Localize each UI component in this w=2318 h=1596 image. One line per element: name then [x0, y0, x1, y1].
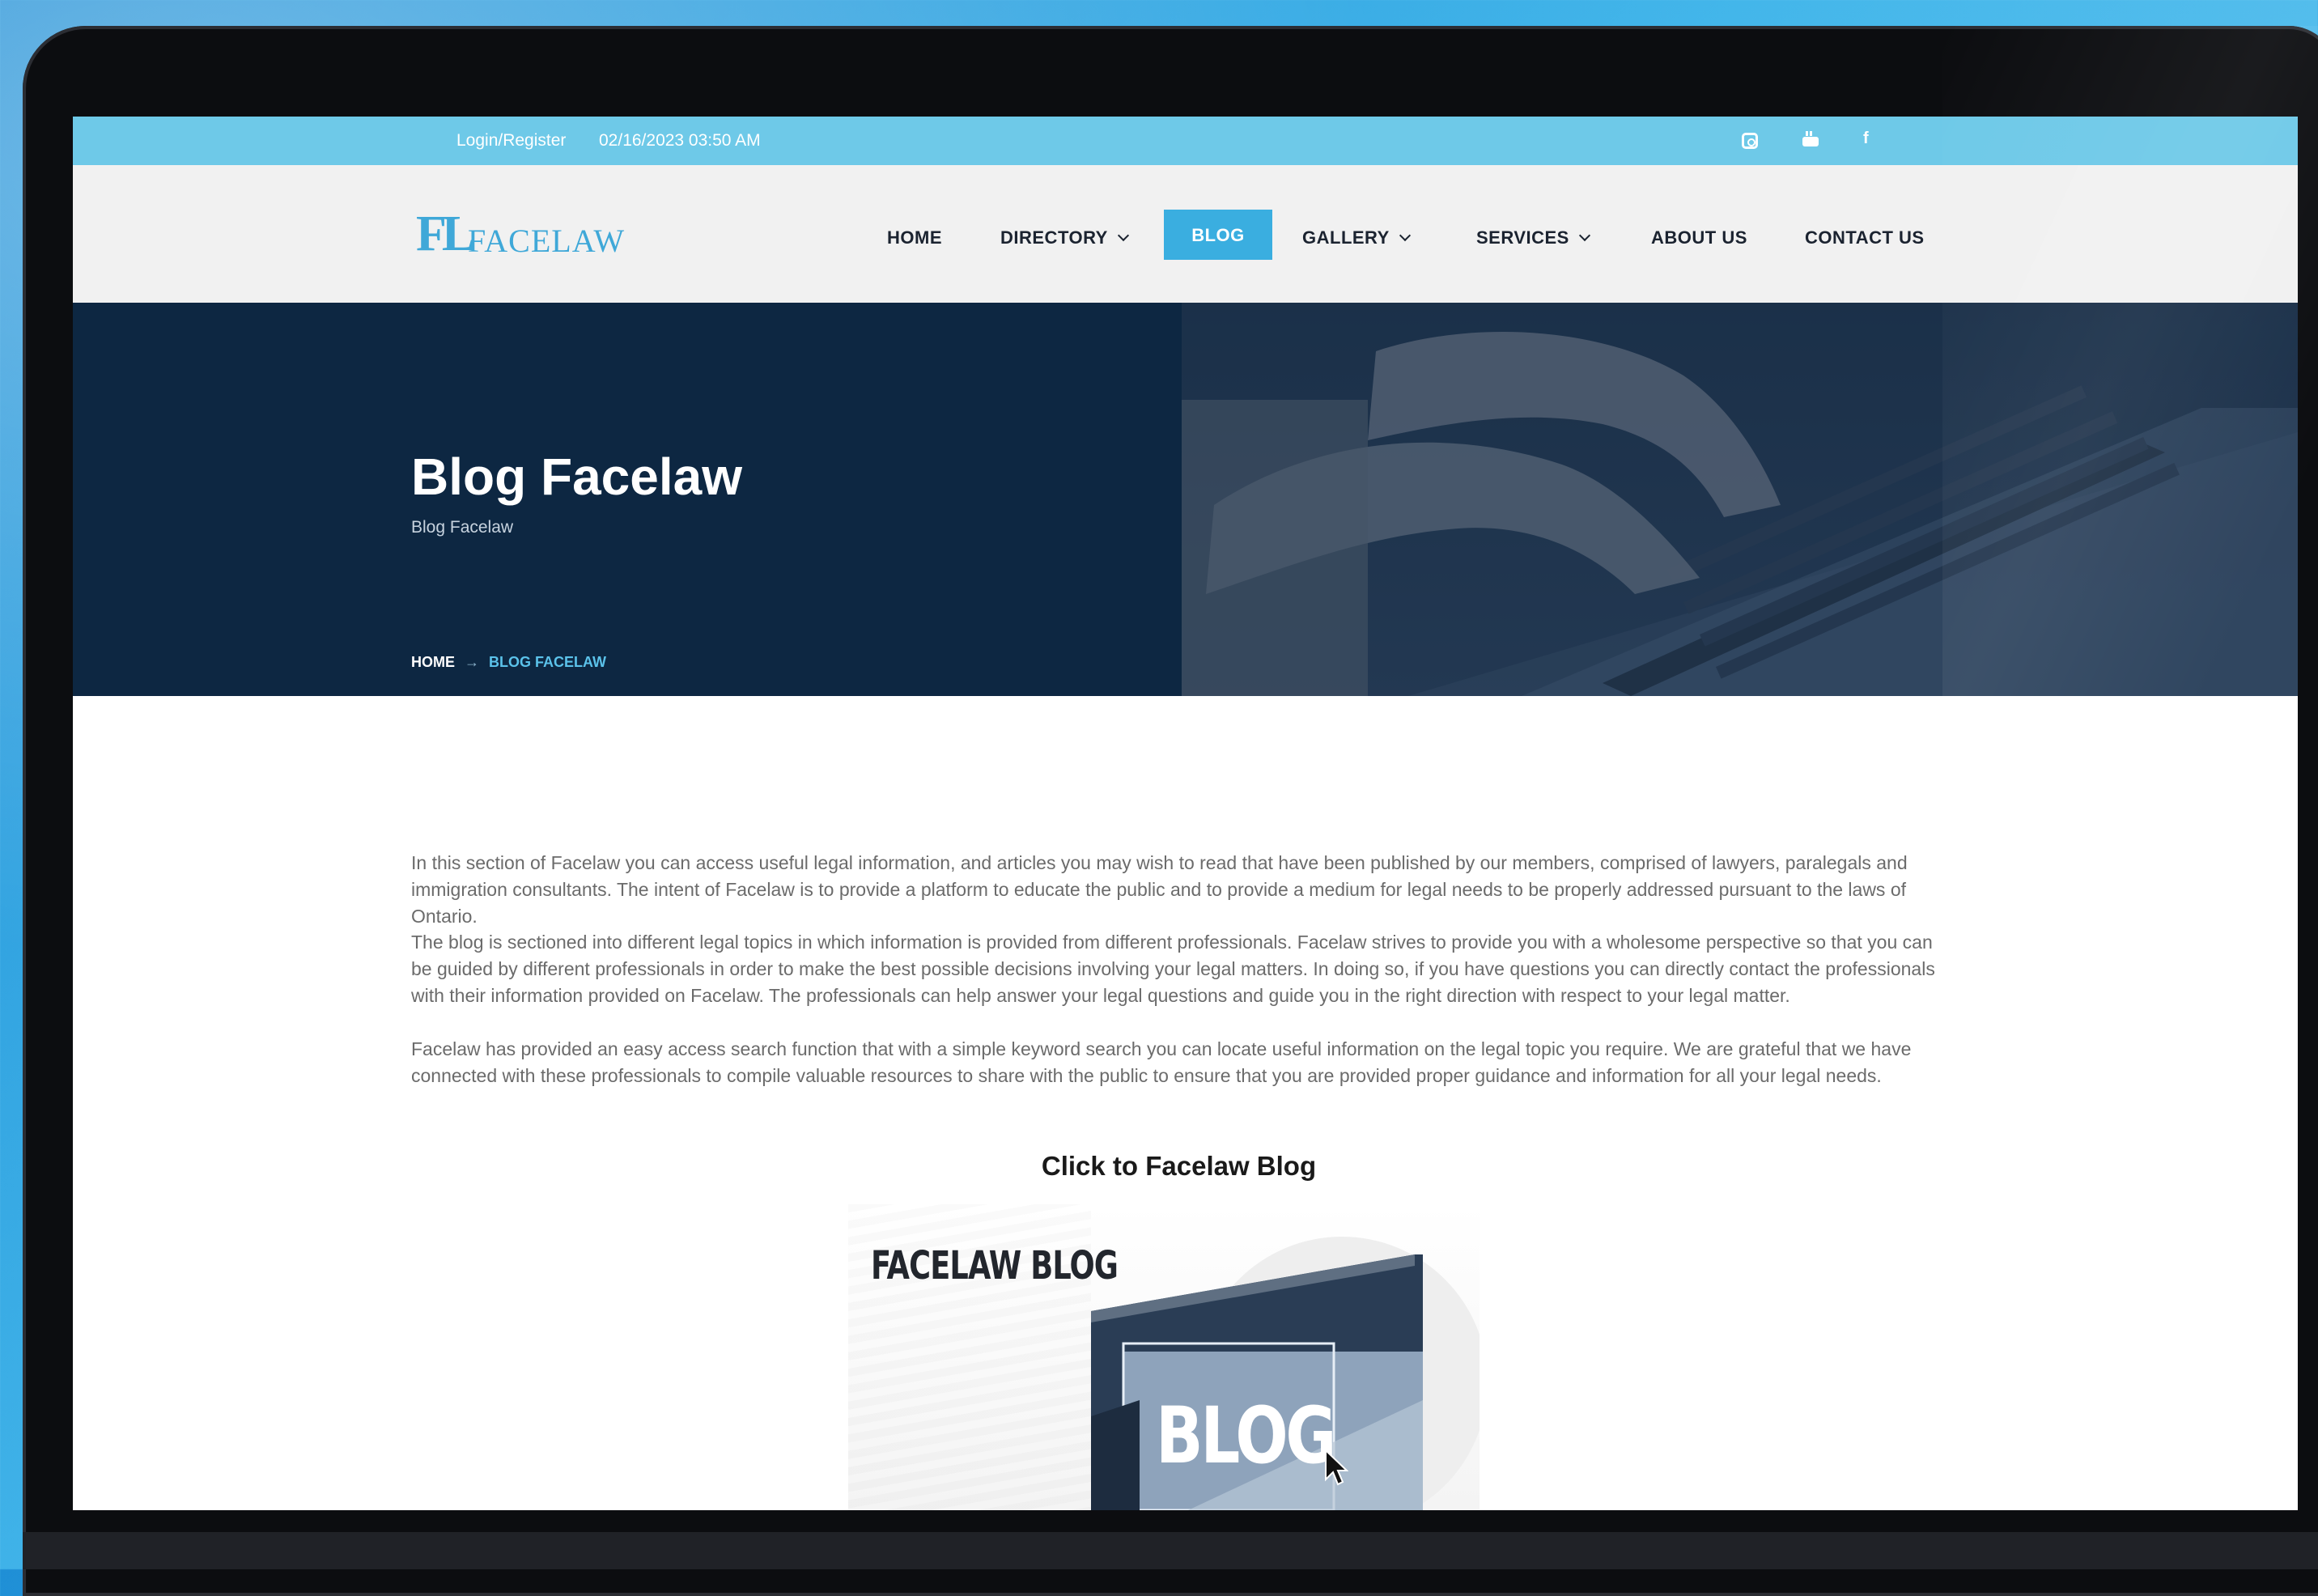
- login-register-link[interactable]: Login/Register: [456, 131, 566, 151]
- nav-directory-label: DIRECTORY: [1000, 227, 1108, 248]
- nav-contact-us[interactable]: CONTACT US: [1805, 214, 1925, 262]
- cta-text: Click to Facelaw Blog: [1041, 1151, 1317, 1181]
- chevron-down-icon: [1578, 229, 1590, 242]
- blog-description-paragraph: The blog is sectioned into different leg…: [411, 932, 1935, 1006]
- nav-services-label: SERVICES: [1476, 227, 1569, 248]
- breadcrumb-current: BLOG FACELAW: [489, 654, 606, 670]
- page-title: Blog Facelaw: [411, 448, 742, 506]
- nav-services[interactable]: SERVICES: [1476, 214, 1590, 262]
- nav-blog[interactable]: BLOG: [1164, 210, 1272, 260]
- nav-gallery-label: GALLERY: [1302, 227, 1390, 248]
- facebook-icon[interactable]: f: [1863, 129, 1869, 148]
- banner-title: FACELAW BLOG: [871, 1243, 1119, 1288]
- mouse-cursor-icon: [1325, 1449, 1348, 1486]
- chevron-down-icon: [1117, 229, 1129, 242]
- browser-screen: Login/Register 02/16/2023 03:50 AM f FL …: [73, 117, 2298, 1510]
- search-description-paragraph: Facelaw has provided an easy access sear…: [411, 1038, 1912, 1086]
- current-datetime: 02/16/2023 03:50 AM: [599, 131, 761, 150]
- logo-mark: FL: [416, 206, 475, 261]
- main-content: In this section of Facelaw you can acces…: [73, 696, 2298, 1510]
- logo-text: FACELAW: [468, 223, 626, 259]
- laptop-typing-illustration: [1182, 303, 2298, 696]
- chevron-down-icon: [1399, 229, 1411, 242]
- intro-paragraph: In this section of Facelaw you can acces…: [411, 852, 1908, 927]
- breadcrumb: HOME → BLOG FACELAW: [411, 654, 606, 671]
- youtube-glyph: [1802, 131, 1819, 146]
- banner-blog-word: BLOG: [1156, 1390, 1336, 1481]
- breadcrumb-home[interactable]: HOME: [411, 654, 455, 670]
- youtube-icon[interactable]: [1802, 129, 1819, 152]
- hero-banner: Blog Facelaw Blog Facelaw HOME → BLOG FACE…: [73, 303, 2298, 696]
- laptop-base: [23, 1532, 2318, 1569]
- nav-directory[interactable]: DIRECTORY: [1000, 214, 1129, 262]
- nav-home[interactable]: HOME: [887, 214, 942, 262]
- page-subtitle: Blog Facelaw: [411, 518, 514, 537]
- nav-about-us[interactable]: ABOUT US: [1651, 214, 1747, 262]
- site-header: FL FACELAW HOME DIRECTORY BLOG GALLERY S…: [73, 165, 2298, 303]
- nav-gallery[interactable]: GALLERY: [1302, 214, 1411, 262]
- arrow-right-icon: →: [465, 654, 479, 670]
- facelaw-blog-banner[interactable]: FACELAW BLOG BLOG: [848, 1204, 1480, 1510]
- top-info-bar: Login/Register 02/16/2023 03:50 AM f: [73, 117, 2298, 165]
- instagram-icon[interactable]: [1742, 133, 1758, 149]
- hero-laptop-photo: [1182, 303, 2298, 696]
- cta-heading: Click to Facelaw Blog: [73, 1151, 2298, 1182]
